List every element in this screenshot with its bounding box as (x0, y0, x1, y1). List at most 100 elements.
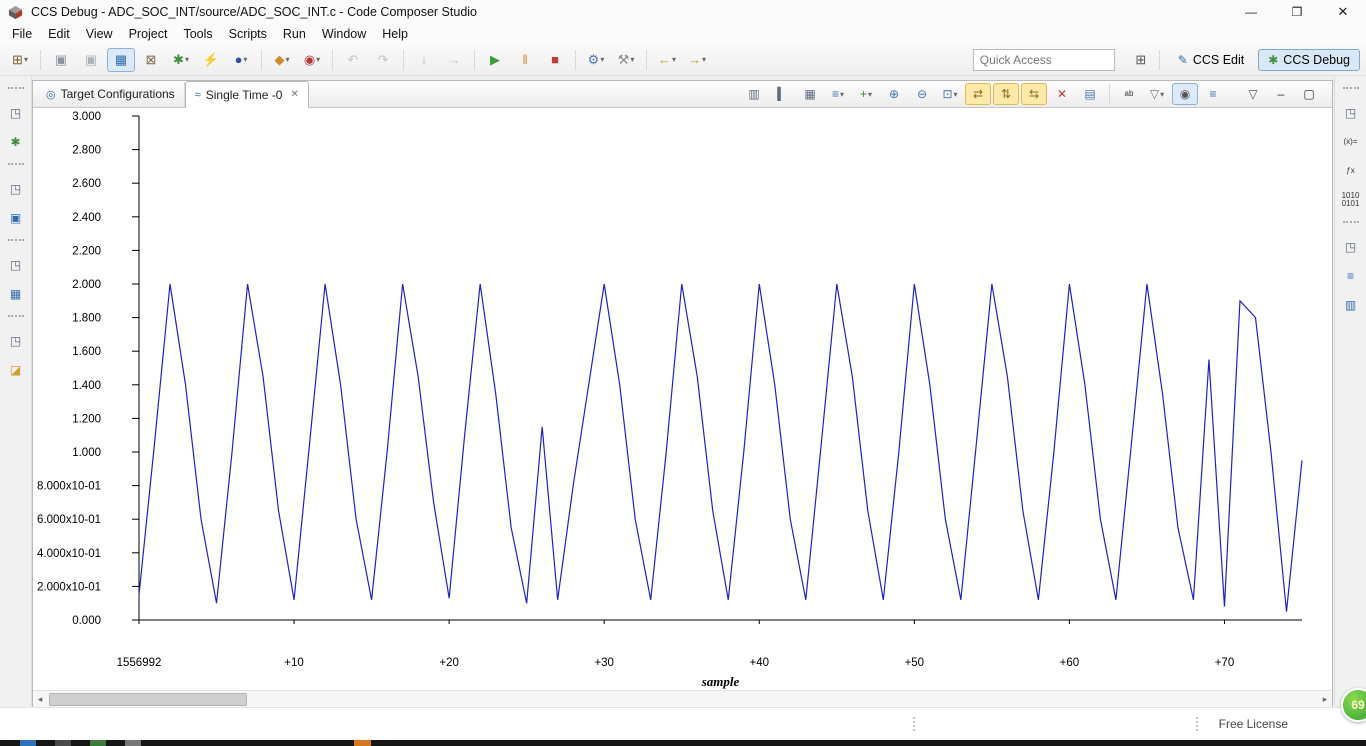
menu-scripts[interactable]: Scripts (221, 25, 275, 43)
project-explorer-view-icon[interactable]: ◪ (3, 359, 29, 381)
drag-grip (7, 163, 24, 168)
table-view-icon[interactable]: ▦ (3, 283, 29, 305)
suspend-icon[interactable]: ‖ (511, 48, 539, 72)
restart-icon[interactable]: ↶ (339, 48, 367, 72)
sort-icon[interactable]: ≡ ▾ (825, 83, 851, 105)
titlebar: CCS Debug - ADC_SOC_INT/source/ADC_SOC_I… (0, 0, 1366, 24)
flash-icon[interactable]: ⚡ (197, 48, 225, 72)
right-minimized-views: ◳ (x)= ƒx 1010 0101 ◳ ≡ ▥ (1334, 76, 1366, 706)
export-data-icon[interactable]: ▤ (1077, 83, 1103, 105)
open-perspective-icon[interactable]: ⊞ (1127, 48, 1155, 72)
minimize-button[interactable]: — (1228, 0, 1274, 24)
taskbar-fragment (90, 740, 106, 746)
advanced-settings-icon[interactable]: ⚙ ▾ (582, 48, 610, 72)
paint-icon[interactable]: ◆ ▾ (268, 48, 296, 72)
maximize-button[interactable]: ❐ (1274, 0, 1320, 24)
save-icon[interactable]: ▣ (47, 48, 75, 72)
memory-view-icon[interactable]: ▥ (1338, 294, 1364, 316)
svg-text:+30: +30 (594, 657, 614, 669)
capture-icon[interactable]: ◉ (1172, 83, 1198, 105)
menu-file[interactable]: File (4, 25, 40, 43)
save-all-icon[interactable]: ▣ (77, 48, 105, 72)
horizontal-scrollbar[interactable]: ◂ ▸ (33, 690, 1332, 707)
taskbar-fragment (20, 740, 36, 746)
menu-edit[interactable]: Edit (40, 25, 78, 43)
expressions-view-icon[interactable]: ƒx (1338, 160, 1364, 182)
view-menu-icon[interactable]: ▽ (1240, 83, 1266, 105)
build-icon[interactable]: ⊠ (137, 48, 165, 72)
step-over-icon[interactable]: → (440, 48, 468, 72)
quick-access-input[interactable] (972, 48, 1115, 71)
legend-icon[interactable]: ≡ (1200, 83, 1226, 105)
dual-display-icon[interactable]: ▥ (741, 83, 767, 105)
grid-display-icon[interactable]: ▦ (797, 83, 823, 105)
menu-project[interactable]: Project (121, 25, 176, 43)
scroll-right-icon[interactable]: ▸ (1318, 694, 1332, 705)
restore-memory-pane-icon[interactable]: ◳ (1338, 236, 1364, 258)
menu-run[interactable]: Run (275, 25, 314, 43)
add-graph-icon[interactable]: + ▾ (853, 83, 879, 105)
step-into-icon[interactable]: ↓ (410, 48, 438, 72)
disassembly-view-icon[interactable]: ≡ (1338, 265, 1364, 287)
scrollbar-track[interactable] (47, 691, 1318, 707)
debug-view-icon[interactable]: ✱ (3, 131, 29, 153)
zoom-out-icon[interactable]: ⊖ (909, 83, 935, 105)
restore-console-pane-icon[interactable]: ◳ (3, 178, 29, 200)
debug-icon[interactable]: ✱ ▾ (167, 48, 195, 72)
menu-window[interactable]: Window (314, 25, 374, 43)
new-target-configuration-icon[interactable]: ▦ (107, 47, 135, 72)
auto-scale-icon[interactable]: ⇆ (1021, 83, 1047, 105)
target-config-tab-icon: ◎ (46, 88, 56, 101)
ccs-edit-perspective-button[interactable]: ✎ CCS Edit (1168, 49, 1254, 71)
menu-help[interactable]: Help (374, 25, 416, 43)
registers-view-icon[interactable]: 1010 0101 (1338, 189, 1364, 211)
scroll-horizontal-icon[interactable]: ⇄ (965, 83, 991, 105)
tools-icon[interactable]: ⚒ ▾ (612, 48, 640, 72)
menu-tools[interactable]: Tools (175, 25, 220, 43)
tab-single-time-0[interactable]: ≈ Single Time -0 ✕ (184, 80, 309, 109)
filter-icon[interactable]: ▽ ▾ (1144, 83, 1170, 105)
ccs-debug-perspective-button[interactable]: ✱ CCS Debug (1258, 48, 1360, 71)
ccs-debug-label: CCS Debug (1283, 52, 1350, 67)
left-minimized-views: ◳ ✱ ◳ ▣ ◳ ▦ ◳ ◪ (0, 76, 32, 706)
svg-text:1.200: 1.200 (72, 413, 101, 425)
separator (646, 49, 647, 70)
close-tab-icon[interactable]: ✕ (290, 89, 298, 100)
svg-text:2.000: 2.000 (72, 279, 101, 291)
resume-icon[interactable]: ▶ (481, 48, 509, 72)
svg-text:+10: +10 (284, 657, 304, 669)
properties-icon[interactable]: ab (1116, 83, 1142, 105)
scroll-left-icon[interactable]: ◂ (33, 694, 47, 705)
restore-debug-pane-icon[interactable]: ◳ (3, 102, 29, 124)
tab-target-configurations[interactable]: ◎ Target Configurations (37, 81, 185, 107)
svg-text:1.000: 1.000 (72, 447, 101, 459)
reset-graph-icon[interactable]: ✕ (1049, 83, 1075, 105)
back-icon[interactable]: ← ▾ (653, 48, 681, 72)
drag-grip (1342, 87, 1359, 92)
chevron-down-icon: ▾ (600, 55, 605, 64)
menu-view[interactable]: View (78, 25, 121, 43)
console-view-icon[interactable]: ▣ (3, 207, 29, 229)
terminate-icon[interactable]: ■ (541, 48, 569, 72)
toolbar-icons: ⊞ ▾ ▣ ▣ ▦ ⊠ ✱ ▾ ⚡ ● ▾ ◆ ▾ ◉ ▾ ↶ ↷ ↓ → ▶ ‖ ■ ⚙ ▾ ⚒ ▾ ← ▾ → ▾ (6, 47, 711, 72)
maximize-view-icon[interactable]: ▢ (1296, 83, 1322, 105)
minimize-view-icon[interactable]: – (1268, 83, 1294, 105)
close-button[interactable]: ✕ (1320, 0, 1366, 24)
graph-tab-icon: ≈ (194, 88, 201, 101)
restore-table-pane-icon[interactable]: ◳ (3, 254, 29, 276)
svg-text:3.000: 3.000 (72, 111, 101, 123)
breakpoint-icon[interactable]: ● ▾ (227, 48, 255, 72)
restore-project-pane-icon[interactable]: ◳ (3, 330, 29, 352)
variables-view-icon[interactable]: (x)= (1338, 131, 1364, 153)
vertical-markers-icon[interactable]: ▍ (769, 83, 795, 105)
restore-variables-pane-icon[interactable]: ◳ (1338, 102, 1364, 124)
zoom-region-icon[interactable]: ⊡ ▾ (937, 83, 963, 105)
window-title: CCS Debug - ADC_SOC_INT/source/ADC_SOC_I… (31, 5, 477, 19)
scrollbar-thumb[interactable] (49, 693, 247, 706)
scroll-vertical-icon[interactable]: ⇅ (993, 83, 1019, 105)
zoom-in-icon[interactable]: ⊕ (881, 83, 907, 105)
step-return-icon[interactable]: ↷ (369, 48, 397, 72)
forward-icon[interactable]: → ▾ (683, 48, 711, 72)
new-wizard-icon[interactable]: ⊞ ▾ (6, 48, 34, 72)
connect-icon[interactable]: ◉ ▾ (298, 48, 326, 72)
